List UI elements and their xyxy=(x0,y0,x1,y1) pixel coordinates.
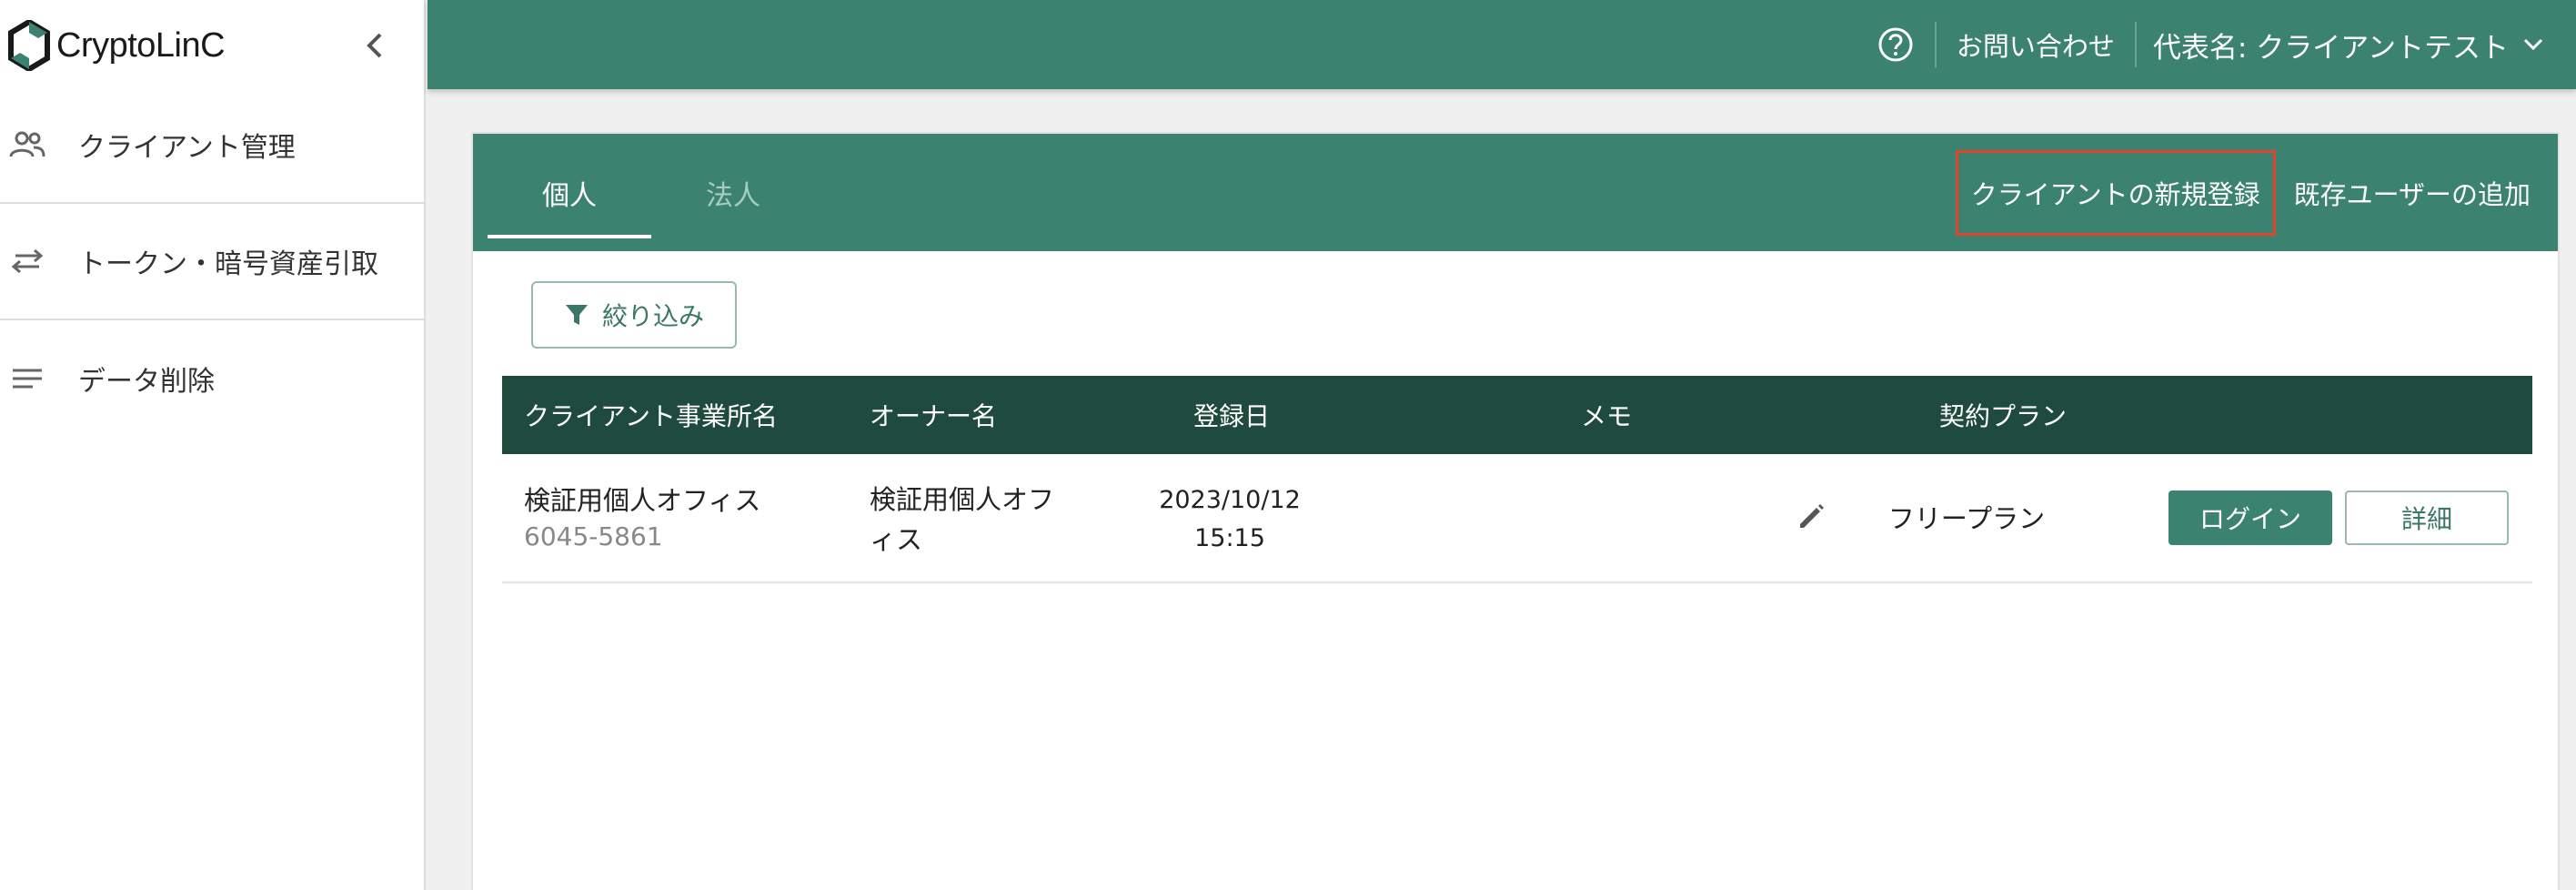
filter-label: 絞り込み xyxy=(601,301,704,331)
lines-icon xyxy=(0,351,55,406)
chevron-left-icon xyxy=(367,33,382,58)
sidebar-item-client-management[interactable]: クライアント管理 xyxy=(0,87,424,204)
logo-text: CryptoLinC xyxy=(56,25,226,65)
column-header-memo: メモ xyxy=(1581,401,1633,431)
chevron-down-icon xyxy=(2523,38,2543,51)
swap-arrows-icon xyxy=(0,234,55,288)
edit-memo-button[interactable] xyxy=(1792,496,1832,536)
login-button[interactable]: ログイン xyxy=(2168,491,2332,545)
registered-date: 2023/10/12 xyxy=(1159,486,1301,514)
registered-time: 15:15 xyxy=(1194,524,1265,552)
office-id: 6045-5861 xyxy=(524,521,663,551)
people-icon xyxy=(0,117,55,172)
pencil-icon xyxy=(1800,504,1824,528)
collapse-sidebar-button[interactable] xyxy=(357,24,393,67)
sidebar-item-data-deletion[interactable]: データ削除 xyxy=(0,320,424,437)
owner-name: 検証用個人オフィス xyxy=(870,484,1055,555)
column-header-plan: 契約プラン xyxy=(1939,401,2068,431)
table-row: 検証用個人オフィス 6045-5861 検証用個人オフィス 2023/10/12… xyxy=(502,454,2532,583)
new-client-registration-button[interactable]: クライアントの新規登録 xyxy=(1955,149,2276,236)
column-header-registered: 登録日 xyxy=(1193,401,1271,431)
sidebar-item-label: クライアント管理 xyxy=(78,132,296,164)
sidebar-nav: クライアント管理 トークン・暗号資産引取 データ削除 xyxy=(0,87,424,437)
sidebar: CryptoLinC クライアント管理 トークン・暗号資産引取 データ削除 xyxy=(0,0,426,890)
sidebar-item-label: データ削除 xyxy=(78,366,215,398)
help-icon[interactable] xyxy=(1875,24,1917,66)
tab-individual[interactable]: 個人 xyxy=(488,134,651,251)
sidebar-item-token-crypto-transfer[interactable]: トークン・暗号資産引取 xyxy=(0,204,424,320)
contact-link[interactable]: お問い合わせ xyxy=(1937,25,2135,64)
filter-icon xyxy=(565,305,588,325)
representative-label: 代表名: クライアントテスト xyxy=(2152,31,2509,65)
registered-datetime: 2023/10/12 15:15 xyxy=(1139,481,1321,558)
add-existing-user-button[interactable]: 既存ユーザーの追加 xyxy=(2285,174,2558,212)
tab-corporate[interactable]: 法人 xyxy=(651,134,815,251)
representative-dropdown[interactable]: 代表名: クライアントテスト xyxy=(2137,25,2576,66)
sidebar-item-label: トークン・暗号資産引取 xyxy=(78,248,378,280)
filter-button[interactable]: 絞り込み xyxy=(531,281,737,349)
header-actions: クライアントの新規登録 既存ユーザーの追加 xyxy=(1955,134,2558,251)
top-app-bar: お問い合わせ 代表名: クライアントテスト xyxy=(428,0,2576,89)
logo: CryptoLinC xyxy=(7,20,226,71)
logo-mark-icon xyxy=(8,20,50,71)
contract-plan: フリープラン xyxy=(1887,503,2046,534)
table-header-row: クライアント事業所名 オーナー名 登録日 メモ 契約プラン xyxy=(502,376,2532,454)
client-list-card: 個人 法人 クライアントの新規登録 既存ユーザーの追加 絞り込み クライアント事… xyxy=(471,132,2560,890)
detail-button[interactable]: 詳細 xyxy=(2345,491,2509,545)
office-name: 検証用個人オフィス xyxy=(524,485,761,516)
column-header-office: クライアント事業所名 xyxy=(524,401,778,431)
client-table: クライアント事業所名 オーナー名 登録日 メモ 契約プラン 検証用個人オフィス … xyxy=(502,376,2532,583)
card-header: 個人 法人 クライアントの新規登録 既存ユーザーの追加 xyxy=(473,134,2558,251)
column-header-owner: オーナー名 xyxy=(870,401,998,431)
